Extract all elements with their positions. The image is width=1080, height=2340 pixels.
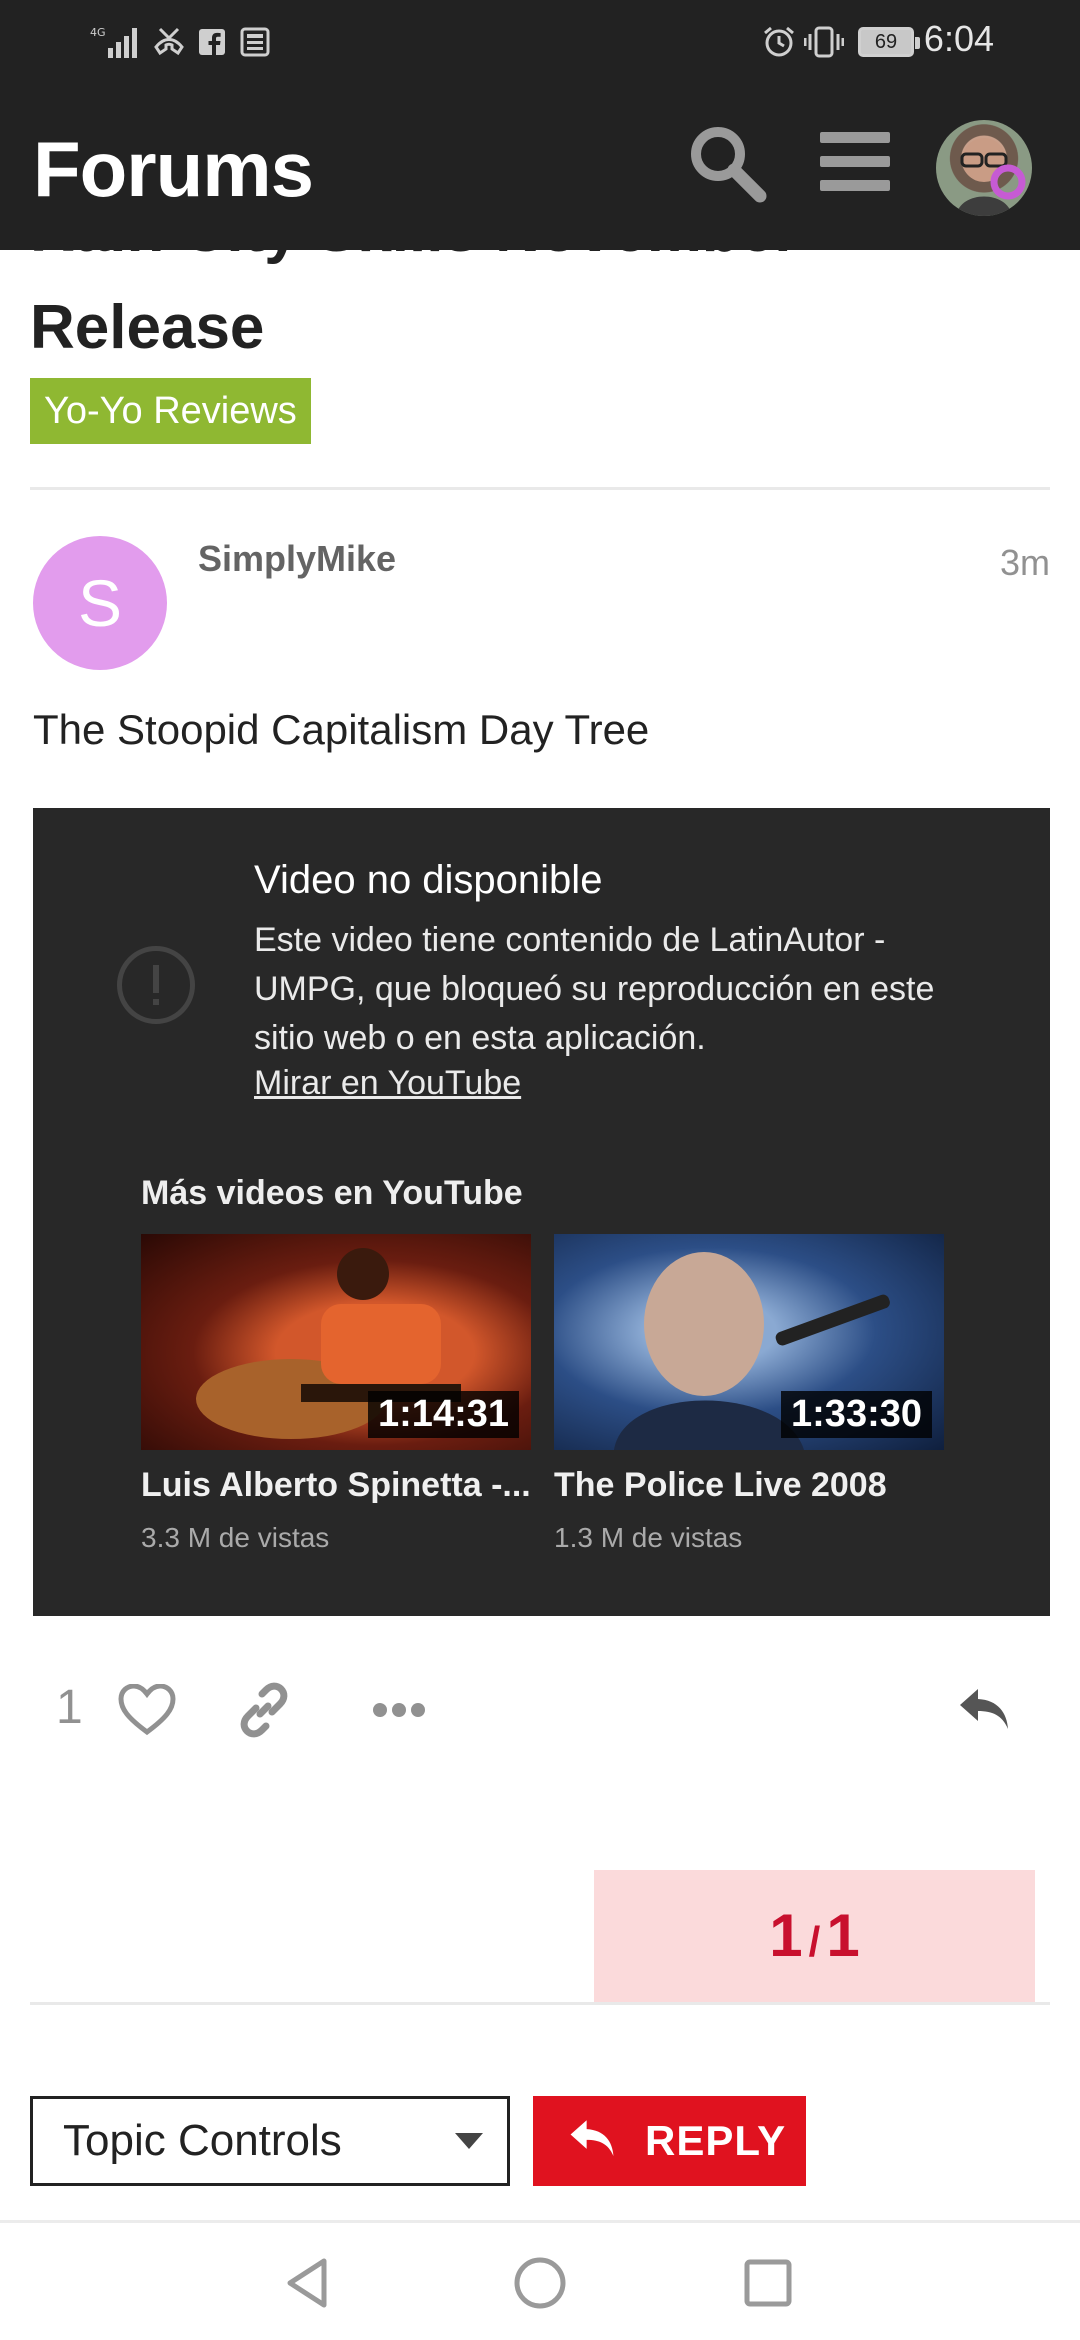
post-body-text: The Stoopid Capitalism Day Tree [33,706,650,753]
heart-icon[interactable] [118,1680,176,1740]
reply-button-label: REPLY [645,2117,787,2164]
video-duration: 1:14:31 [368,1391,519,1438]
category-badge[interactable]: Yo-Yo Reviews [30,378,311,444]
signal-4g-icon: 4G [90,22,146,62]
page: 4G 69 6:04 Rain City Skills November F [0,0,1080,2340]
battery-icon: 69 [858,27,920,57]
more-videos-heading: Más videos en YouTube [141,1174,523,1212]
topic-controls-select[interactable]: Topic Controls [30,2096,510,2186]
alarm-icon [762,22,796,62]
suggested-video-thumbnail[interactable]: 1:33:30 [554,1234,944,1450]
suggested-video-views: 1.3 M de vistas [554,1522,743,1553]
topic-title: Release [30,293,265,362]
poster-avatar[interactable]: S [33,536,167,670]
divider [30,2002,1050,2005]
video-duration: 1:33:30 [781,1391,932,1438]
reply-icon [570,2120,614,2156]
poster-username[interactable]: SimplyMike [198,538,396,580]
dropdown-arrow-icon [455,2133,483,2149]
missed-call-icon [152,22,186,62]
svg-text:4G: 4G [90,26,106,39]
home-icon[interactable] [510,2253,570,2313]
status-bar: 4G 69 6:04 [0,0,1080,84]
battery-level: 69 [874,30,898,53]
divider [30,487,1050,490]
back-icon[interactable] [278,2253,338,2313]
warning-icon [117,946,195,1024]
more-options-icon[interactable] [372,1680,426,1740]
post-time[interactable]: 3m [1000,542,1050,584]
progress-total: 1 [826,1902,860,1969]
suggested-video-views: 3.3 M de vistas [141,1522,330,1553]
progress-current: 1 [769,1902,803,1969]
header-title[interactable]: Forums [33,124,314,215]
watch-on-youtube-link[interactable]: Mirar en YouTube [254,1064,521,1103]
video-unavailable-title: Video no disponible [254,858,603,902]
news-icon [238,22,270,62]
video-embed[interactable]: Video no disponible Este video tiene con… [33,808,1050,1616]
app-header: Forums [0,84,1080,250]
user-avatar[interactable] [936,120,1032,216]
facebook-icon [198,22,226,62]
vibrate-icon [804,22,844,62]
video-unavailable-description: Este video tiene contenido de LatinAutor… [254,921,935,1057]
reply-button[interactable]: REPLY [533,2096,806,2186]
progress-separator: / [808,1918,821,1965]
search-icon[interactable] [682,118,772,208]
topic-progress[interactable]: 1/1 [594,1870,1035,2002]
reply-arrow-icon[interactable] [956,1680,1012,1740]
suggested-video-title[interactable]: Luis Alberto Spinetta -... [141,1466,531,1505]
like-count[interactable]: 1 [56,1680,83,1735]
system-nav-bar [0,2220,1080,2340]
hamburger-menu-icon[interactable] [810,118,900,208]
recent-apps-icon[interactable] [738,2253,798,2313]
link-icon[interactable] [236,1680,292,1740]
suggested-video-thumbnail[interactable]: 1:14:31 [141,1234,531,1450]
topic-controls-label: Topic Controls [63,2116,342,2165]
status-time: 6:04 [923,18,994,59]
suggested-video-title[interactable]: The Police Live 2008 [554,1466,944,1505]
